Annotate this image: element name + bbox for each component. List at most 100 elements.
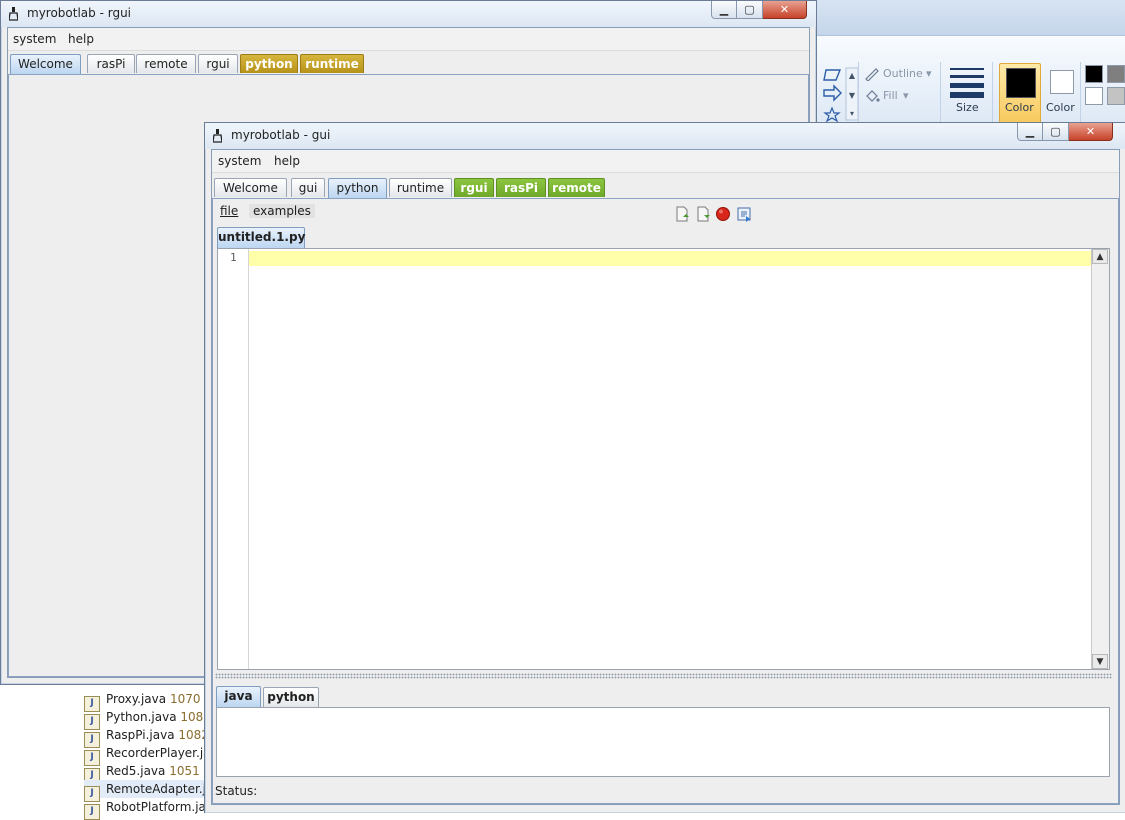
file-name: Proxy.java bbox=[106, 692, 167, 706]
maximize-button[interactable]: ▢ bbox=[1043, 123, 1069, 141]
gui-menubar: system help bbox=[212, 150, 1119, 173]
close-button[interactable]: ✕ bbox=[763, 1, 807, 19]
tab-label: python bbox=[336, 181, 379, 195]
code-editor[interactable]: 1 ▲ ▼ bbox=[217, 248, 1110, 670]
console-tab-java[interactable]: java bbox=[216, 686, 261, 707]
app-icon bbox=[9, 7, 18, 21]
gui-tab-gui[interactable]: gui bbox=[291, 178, 325, 197]
app-icon bbox=[213, 129, 222, 143]
file-list-item: J RaspPi.java 1082 4 bbox=[84, 726, 220, 748]
console-tab-python[interactable]: python bbox=[263, 687, 319, 707]
split-pane-divider[interactable] bbox=[215, 673, 1112, 679]
palette-swatch-gray bbox=[1107, 65, 1125, 83]
tab-label: Welcome bbox=[223, 181, 278, 195]
ribbon-separator bbox=[940, 62, 941, 122]
new-file-icon[interactable] bbox=[674, 206, 690, 222]
menu-system[interactable]: system bbox=[13, 32, 56, 46]
svg-text:▾: ▾ bbox=[850, 109, 854, 118]
rgui-tab-welcome[interactable]: Welcome bbox=[10, 54, 81, 74]
gui-tab-welcome[interactable]: Welcome bbox=[214, 178, 287, 197]
outline-icon bbox=[865, 68, 879, 81]
fill-dropdown-icon: ▾ bbox=[903, 89, 909, 102]
menu-system[interactable]: system bbox=[218, 154, 261, 168]
size-label: Size bbox=[956, 101, 979, 114]
tab-label: rasPi bbox=[96, 57, 126, 71]
tab-label: python bbox=[267, 690, 315, 704]
rgui-titlebar[interactable]: myrobotlab - rgui ▁ ▢ ✕ bbox=[1, 1, 816, 27]
scroll-up-icon[interactable]: ▲ bbox=[1092, 249, 1108, 264]
rgui-tab-remote[interactable]: remote bbox=[136, 54, 196, 73]
palette-swatch-black bbox=[1085, 65, 1103, 83]
minimize-button[interactable]: ▁ bbox=[1017, 123, 1043, 141]
file-tab-untitled[interactable]: untitled.1.py bbox=[217, 227, 305, 248]
minimize-icon: ▁ bbox=[1025, 125, 1035, 138]
ribbon-separator bbox=[858, 62, 859, 122]
tab-label: remote bbox=[144, 57, 188, 71]
tab-label: rgui bbox=[460, 181, 488, 195]
gui-tabstrip: Welcome gui python runtime rgui rasPi re… bbox=[212, 178, 1119, 198]
background-paint-titlebar bbox=[815, 0, 1125, 35]
tab-label: rasPi bbox=[503, 181, 539, 195]
window-title: myrobotlab - gui bbox=[231, 128, 331, 142]
color1-swatch bbox=[1006, 68, 1036, 98]
svg-text:▼: ▼ bbox=[849, 91, 856, 100]
rgui-tab-rgui[interactable]: rgui bbox=[198, 54, 238, 73]
file-list-item: J Red5.java 1051 2/1 bbox=[84, 762, 223, 784]
close-icon: ✕ bbox=[1085, 125, 1096, 138]
rgui-tab-raspi[interactable]: rasPi bbox=[87, 54, 135, 73]
fill-label: Fill bbox=[883, 89, 898, 102]
palette-swatch-white bbox=[1085, 87, 1103, 105]
rgui-menubar: system help bbox=[8, 28, 809, 51]
save-file-icon[interactable] bbox=[695, 206, 711, 222]
outline-dropdown-icon: ▾ bbox=[926, 67, 932, 80]
color1-button: Color bbox=[999, 63, 1041, 125]
tab-label: remote bbox=[552, 181, 601, 195]
tab-label: runtime bbox=[305, 57, 359, 71]
gui-tab-remote[interactable]: remote bbox=[548, 178, 605, 197]
menu-file[interactable]: file bbox=[220, 204, 238, 218]
maximize-icon: ▢ bbox=[744, 3, 755, 16]
console-output[interactable] bbox=[216, 707, 1110, 777]
menu-help[interactable]: help bbox=[274, 154, 300, 168]
tab-label: Welcome bbox=[18, 57, 73, 71]
tab-label: gui bbox=[298, 181, 318, 195]
status-label: Status: bbox=[215, 784, 258, 798]
file-list-item: J RobotPlatform.java bbox=[84, 798, 220, 820]
tab-label: untitled.1.py bbox=[218, 230, 306, 244]
color2-label: Color bbox=[1046, 101, 1075, 114]
file-list-item: J Python.java 1089 4 bbox=[84, 708, 222, 730]
ribbon-separator bbox=[1080, 62, 1081, 122]
rgui-tab-python[interactable]: python bbox=[240, 54, 298, 73]
svg-text:▲: ▲ bbox=[849, 71, 856, 80]
gui-tab-python[interactable]: python bbox=[328, 178, 387, 198]
file-name: Red5.java bbox=[106, 764, 166, 778]
menu-examples[interactable]: examples bbox=[249, 204, 315, 218]
ribbon-separator bbox=[992, 62, 993, 122]
tab-label: java bbox=[224, 689, 253, 703]
gui-tab-runtime[interactable]: runtime bbox=[389, 178, 452, 197]
tab-label: python bbox=[245, 57, 293, 71]
rgui-tab-runtime[interactable]: runtime bbox=[300, 54, 364, 73]
window-title: myrobotlab - rgui bbox=[27, 6, 132, 20]
color1-label: Color bbox=[1005, 101, 1034, 114]
color2-swatch bbox=[1050, 70, 1074, 94]
minimize-button[interactable]: ▁ bbox=[711, 1, 737, 19]
menu-help[interactable]: help bbox=[68, 32, 94, 46]
tab-label: runtime bbox=[396, 181, 445, 195]
gui-tab-rgui[interactable]: rgui bbox=[454, 178, 494, 197]
gui-tab-raspi[interactable]: rasPi bbox=[496, 178, 546, 197]
window-controls: ▁ ▢ ✕ bbox=[1017, 123, 1113, 141]
close-button[interactable]: ✕ bbox=[1069, 123, 1113, 141]
outline-label: Outline bbox=[883, 67, 923, 80]
file-name: RaspPi.java bbox=[106, 728, 175, 742]
gui-titlebar[interactable]: myrobotlab - gui ▁ ▢ ✕ bbox=[205, 123, 1125, 149]
palette-swatch-lightgray bbox=[1107, 87, 1125, 105]
scroll-down-icon[interactable]: ▼ bbox=[1092, 654, 1108, 669]
stop-icon[interactable] bbox=[715, 206, 731, 222]
maximize-icon: ▢ bbox=[1050, 125, 1061, 138]
line-number-gutter: 1 bbox=[218, 249, 249, 669]
minimize-icon: ▁ bbox=[719, 3, 729, 16]
execute-script-icon[interactable] bbox=[736, 206, 752, 222]
editor-vertical-scrollbar[interactable]: ▲ ▼ bbox=[1091, 249, 1109, 669]
maximize-button[interactable]: ▢ bbox=[737, 1, 763, 19]
